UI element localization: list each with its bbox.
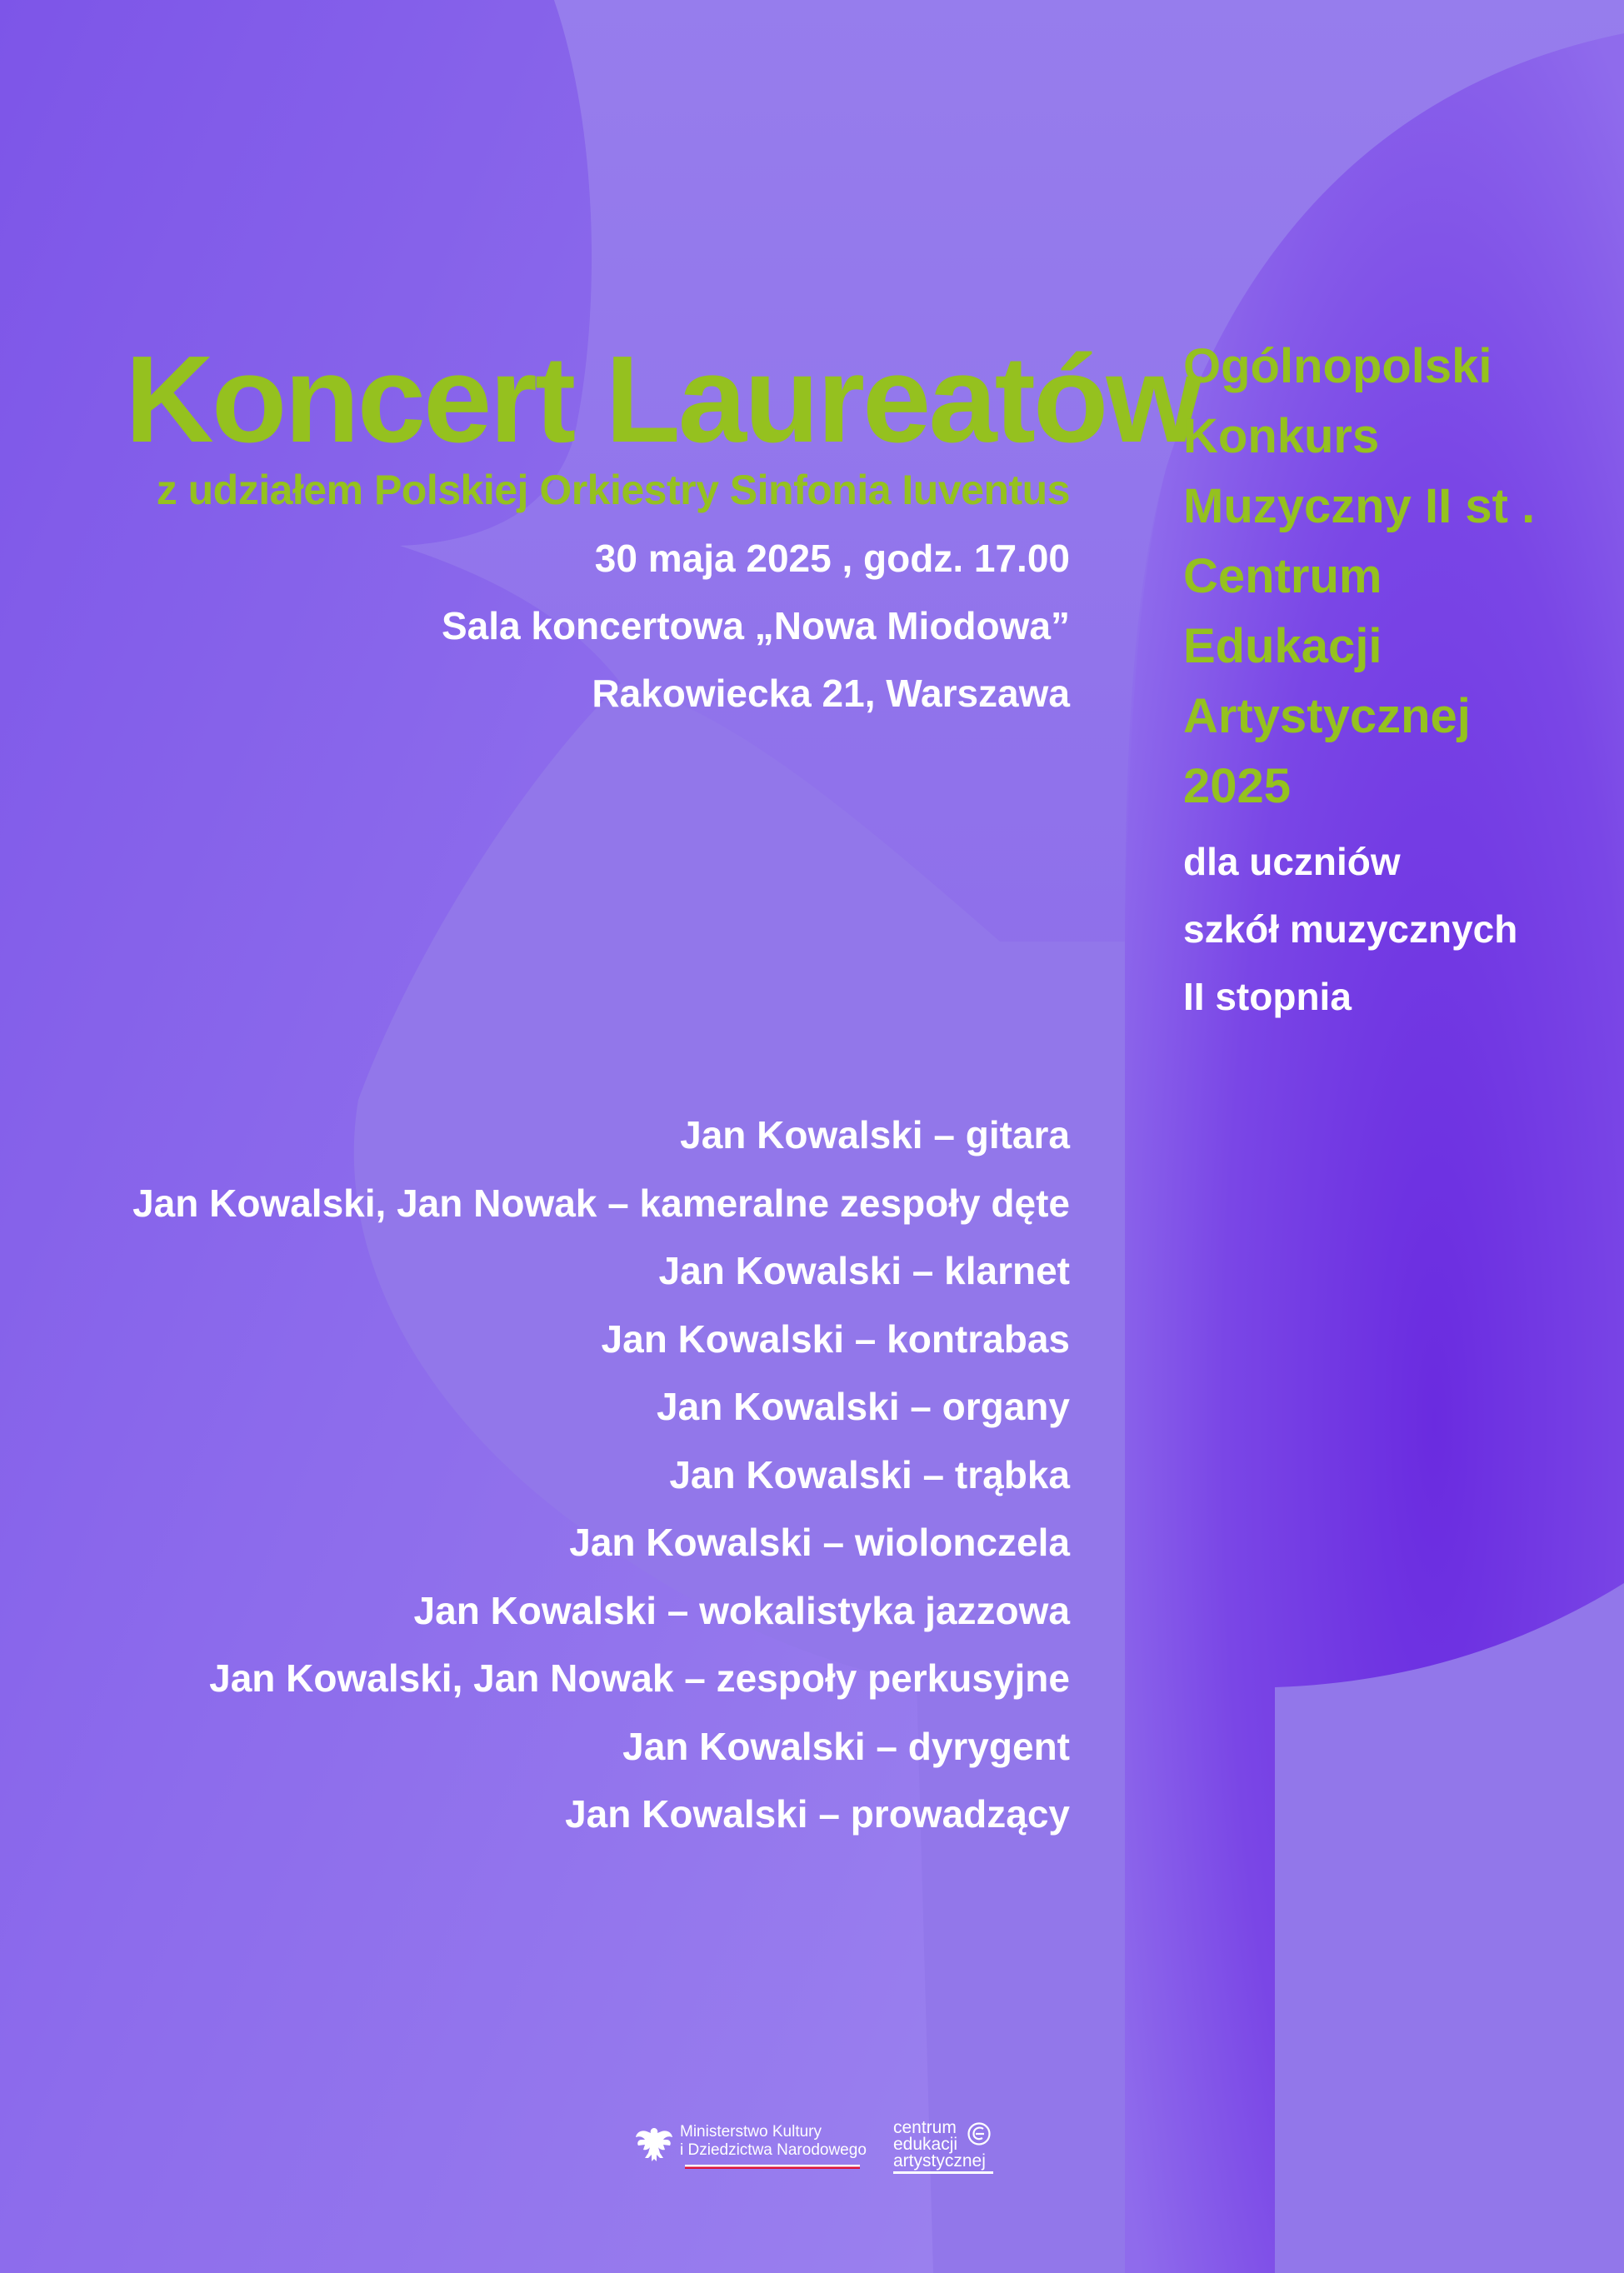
- performer-item: Jan Kowalski – kontrabas: [601, 1316, 1070, 1361]
- event-date-time: 30 maja 2025 , godz. 17.00: [594, 537, 1070, 580]
- polish-flag-stripe: [685, 2165, 860, 2169]
- performers-list: Jan Kowalski – gitara Jan Kowalski, Jan …: [125, 1102, 1070, 1849]
- concert-subtitle: z udziałem Polskiej Orkiestry Sinfonia I…: [156, 467, 1071, 513]
- competition-line: Centrum: [1183, 549, 1382, 603]
- performer-item: Jan Kowalski – organy: [657, 1385, 1070, 1428]
- competition-line: Konkurs: [1183, 409, 1380, 463]
- cea-emblem-icon: [967, 2122, 991, 2146]
- performer-item: Jan Kowalski – trąbka: [669, 1452, 1070, 1496]
- ministry-logo: Ministerstwo Kultury i Dziedzictwa Narod…: [633, 2121, 867, 2171]
- competition-target-audience: dla uczniów szkół muzycznych II stopnia: [1183, 828, 1600, 1031]
- performer-item: Jan Kowalski – dyrygent: [622, 1724, 1070, 1768]
- ministry-name-line: Ministerstwo Kultury: [680, 2123, 822, 2141]
- target-line: II stopnia: [1183, 975, 1352, 1018]
- performer-item: Jan Kowalski – gitara: [680, 1113, 1070, 1156]
- performer-item: Jan Kowalski – klarnet: [658, 1249, 1070, 1292]
- competition-line: Ogólnopolski: [1183, 339, 1492, 393]
- performer-item: Jan Kowalski – prowadzący: [565, 1792, 1070, 1836]
- event-address: Rakowiecka 21, Warszawa: [592, 672, 1070, 715]
- target-line: szkół muzycznych: [1183, 907, 1518, 951]
- ministry-name-line: i Dziedzictwa Narodowego: [680, 2141, 867, 2159]
- ministry-name: Ministerstwo Kultury i Dziedzictwa Narod…: [680, 2123, 867, 2160]
- performer-item: Jan Kowalski, Jan Nowak – zespoły perkus…: [209, 1656, 1070, 1700]
- polish-eagle-icon: [636, 2128, 672, 2161]
- target-line: dla uczniów: [1183, 840, 1401, 883]
- competition-line: Muzyczny II st .: [1183, 479, 1536, 533]
- competition-line: 2025: [1183, 759, 1292, 813]
- concert-title: Koncert Laureatów: [125, 331, 1202, 468]
- cea-logo: centrum edukacji artystycznej: [893, 2115, 1002, 2178]
- performer-item: Jan Kowalski, Jan Nowak – kameralne zesp…: [132, 1181, 1070, 1225]
- performer-item: Jan Kowalski – wiolonczela: [569, 1521, 1070, 1564]
- cea-underline: [893, 2171, 993, 2174]
- cea-name-line: artystycznej: [893, 2151, 986, 2171]
- performer-item: Jan Kowalski – wokalistyka jazzowa: [413, 1588, 1070, 1632]
- competition-name: Ogólnopolski Konkurs Muzyczny II st . Ce…: [1183, 332, 1600, 822]
- event-info: 30 maja 2025 , godz. 17.00 Sala koncerto…: [125, 525, 1070, 727]
- competition-line: Edukacji: [1183, 619, 1382, 673]
- event-venue: Sala koncertowa „Nowa Miodowa”: [441, 604, 1070, 647]
- competition-line: Artystycznej: [1183, 689, 1471, 743]
